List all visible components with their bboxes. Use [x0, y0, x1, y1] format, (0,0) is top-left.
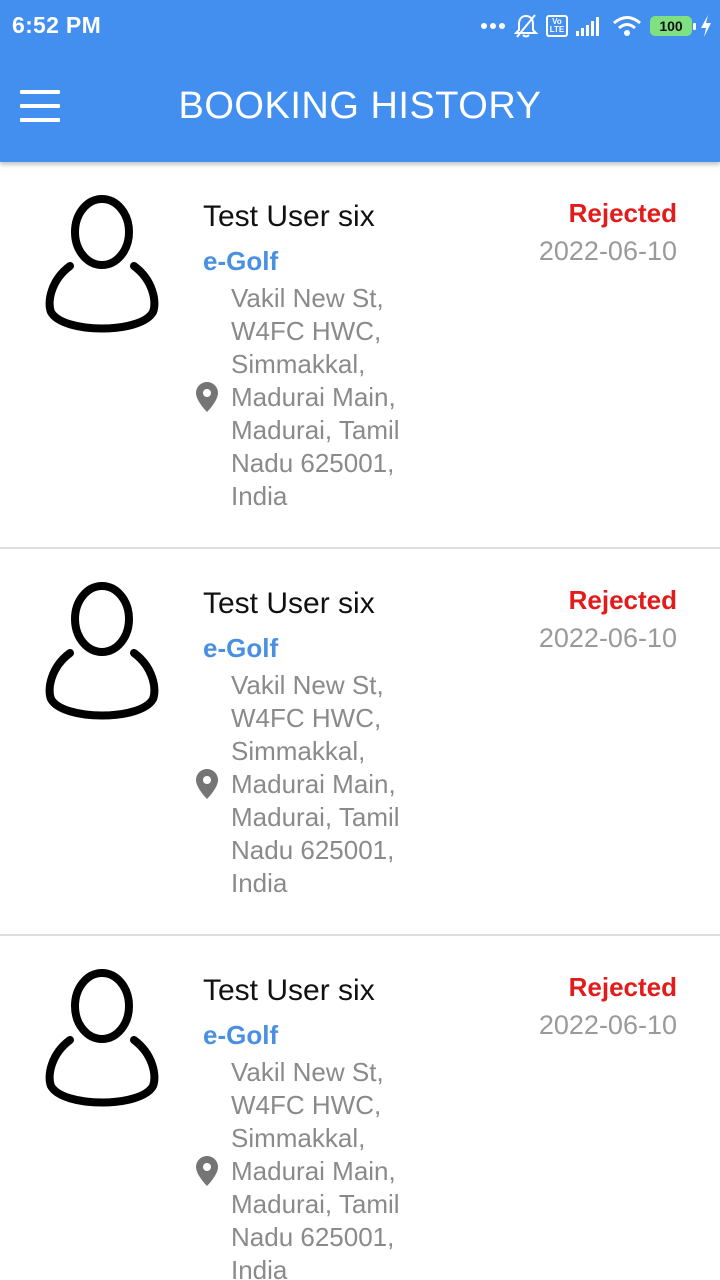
address-line: Madurai, Tamil — [231, 1189, 400, 1219]
booking-date: 2022-06-10 — [538, 623, 677, 653]
status-badge: Rejected — [568, 972, 677, 1002]
user-name: Test User six — [203, 200, 375, 233]
booking-date: 2022-06-10 — [538, 1010, 677, 1040]
address-line: India — [231, 481, 288, 511]
booking-list: Test User six e-Golf Vakil New St, W4FC … — [0, 162, 720, 1280]
volte-label: Vo LTE — [549, 17, 565, 34]
booking-date: 2022-06-10 — [538, 236, 677, 266]
charging-icon — [701, 15, 711, 37]
user-avatar-icon — [45, 582, 159, 720]
status-badge: Rejected — [568, 198, 677, 228]
address-line: Nadu 625001, — [231, 448, 395, 478]
address-line: Simmakkal, — [231, 349, 366, 379]
battery-level: 100 — [659, 18, 683, 34]
battery-icon: 100 — [650, 16, 696, 36]
address-line: India — [231, 868, 288, 898]
location-pin-icon — [196, 769, 218, 799]
user-avatar-icon — [45, 195, 159, 333]
address-line: Madurai, Tamil — [231, 415, 400, 445]
app-bar: BOOKING HISTORY — [0, 52, 720, 162]
address-line: Madurai Main, — [231, 382, 396, 412]
page-title: BOOKING HISTORY — [178, 85, 542, 127]
address-line: India — [231, 1255, 288, 1280]
address-line: Nadu 625001, — [231, 835, 395, 865]
address-line: Vakil New St, — [231, 1057, 384, 1087]
user-name: Test User six — [203, 974, 375, 1007]
user-avatar-icon — [45, 969, 159, 1107]
status-icons: Vo LTE 100 — [480, 10, 712, 42]
address: Vakil New St, W4FC HWC, Simmakkal, Madur… — [231, 669, 441, 900]
address-line: Nadu 625001, — [231, 1222, 395, 1252]
address: Vakil New St, W4FC HWC, Simmakkal, Madur… — [231, 1056, 441, 1280]
bell-muted-icon — [514, 14, 538, 38]
wifi-icon — [613, 16, 641, 36]
car-name: e-Golf — [203, 1020, 279, 1050]
location-pin-icon — [196, 382, 218, 412]
address: Vakil New St, W4FC HWC, Simmakkal, Madur… — [231, 282, 441, 513]
address-line: Madurai Main, — [231, 1156, 396, 1186]
address-line: Madurai, Tamil — [231, 802, 400, 832]
address-line: Simmakkal, — [231, 1123, 366, 1153]
address-line: W4FC HWC, — [231, 703, 382, 733]
address-line: Vakil New St, — [231, 670, 384, 700]
status-bar: 6:52 PM Vo LTE 100 — [0, 0, 720, 52]
booking-card[interactable]: Test User six e-Golf Vakil New St, W4FC … — [0, 549, 720, 936]
car-name: e-Golf — [203, 246, 279, 276]
address-line: Madurai Main, — [231, 769, 396, 799]
location-pin-icon — [196, 1156, 218, 1186]
car-name: e-Golf — [203, 633, 279, 663]
address-line: Simmakkal, — [231, 736, 366, 766]
address-line: W4FC HWC, — [231, 1090, 382, 1120]
more-dots-icon — [481, 23, 505, 29]
status-badge: Rejected — [568, 585, 677, 615]
address-line: Vakil New St, — [231, 283, 384, 313]
address-line: W4FC HWC, — [231, 316, 382, 346]
signal-icon — [576, 17, 599, 36]
booking-card[interactable]: Test User six e-Golf Vakil New St, W4FC … — [0, 162, 720, 549]
status-time: 6:52 PM — [12, 12, 102, 38]
booking-card[interactable]: Test User six e-Golf Vakil New St, W4FC … — [0, 936, 720, 1280]
volte-icon: Vo LTE — [546, 15, 568, 37]
user-name: Test User six — [203, 587, 375, 620]
